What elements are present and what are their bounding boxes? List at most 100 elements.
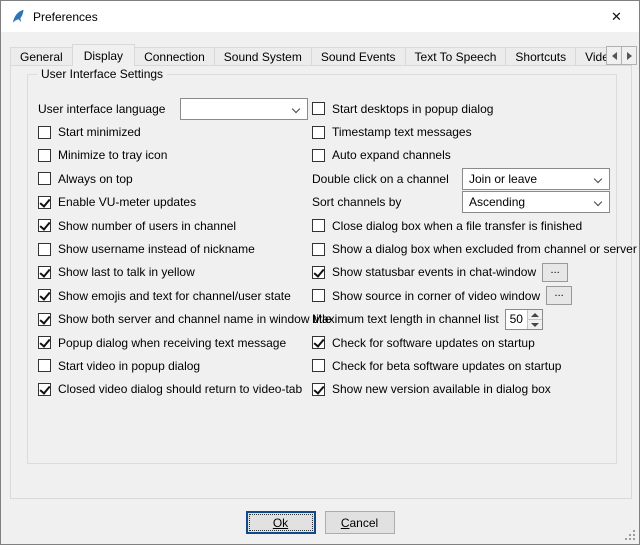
- spin-up-button[interactable]: [527, 310, 542, 320]
- resize-grip[interactable]: [633, 538, 635, 540]
- tab-sound-events[interactable]: Sound Events: [311, 47, 406, 66]
- checkbox-label[interactable]: Start desktops in popup dialog: [332, 103, 493, 115]
- checkbox-minimize-to-tray-icon[interactable]: [38, 149, 51, 162]
- close-button[interactable]: ✕: [594, 1, 639, 32]
- checkbox-auto-expand-channels[interactable]: [312, 149, 325, 162]
- tab-video[interactable]: Video: [575, 47, 607, 66]
- checkbox-label[interactable]: Always on top: [58, 173, 133, 185]
- checkbox-close-dialog-on-file-transfer-finished[interactable]: [312, 219, 325, 232]
- checkbox-show-statusbar-events-in-chat-window[interactable]: [312, 266, 325, 279]
- checkbox-label[interactable]: Show both server and channel name in win…: [58, 313, 332, 325]
- checkbox-label[interactable]: Popup dialog when receiving text message: [58, 337, 286, 349]
- checkbox-row: Show username instead of nickname: [38, 237, 308, 260]
- chevron-down-icon: [594, 198, 602, 206]
- checkbox-start-minimized[interactable]: [38, 126, 51, 139]
- ellipsis-label: ...: [555, 287, 564, 299]
- checkbox-show-dialog-when-excluded[interactable]: [312, 243, 325, 256]
- checkbox-row: Show both server and channel name in win…: [38, 308, 308, 331]
- spinbox-value[interactable]: 50: [506, 310, 527, 329]
- tab-label: Text To Speech: [415, 50, 497, 64]
- checkbox-label[interactable]: Close dialog box when a file transfer is…: [332, 220, 582, 232]
- video-source-row: Show source in corner of video window ..…: [312, 284, 610, 307]
- checkbox-label[interactable]: Show a dialog box when excluded from cha…: [332, 243, 637, 255]
- checkbox-start-desktops-in-popup-dialog[interactable]: [312, 102, 325, 115]
- preferences-window: Preferences ✕ General Display Connection…: [0, 0, 640, 545]
- checkbox-show-server-and-channel-in-title[interactable]: [38, 313, 51, 326]
- tab-text-to-speech[interactable]: Text To Speech: [405, 47, 507, 66]
- checkbox-timestamp-text-messages[interactable]: [312, 126, 325, 139]
- checkbox-label[interactable]: Show username instead of nickname: [58, 243, 255, 255]
- language-row: User interface language: [38, 97, 308, 120]
- checkbox-label[interactable]: Enable VU-meter updates: [58, 196, 196, 208]
- checkbox-check-for-software-updates[interactable]: [312, 336, 325, 349]
- right-column: Start desktops in popup dialog Timestamp…: [312, 97, 610, 401]
- checkbox-label[interactable]: Show source in corner of video window: [332, 290, 540, 302]
- ok-button[interactable]: Ok: [246, 511, 316, 534]
- checkbox-label[interactable]: Show number of users in channel: [58, 220, 236, 232]
- sort-channels-combobox[interactable]: Ascending: [462, 191, 610, 213]
- chevron-down-icon: [292, 104, 300, 112]
- dialog-button-row: Ok Cancel: [1, 511, 639, 534]
- checkbox-label[interactable]: Closed video dialog should return to vid…: [58, 383, 302, 395]
- app-icon: [10, 9, 26, 25]
- checkbox-row: Start desktops in popup dialog: [312, 97, 610, 120]
- checkbox-closed-video-return-to-video-tab[interactable]: [38, 383, 51, 396]
- max-text-length-label: Maximum text length in channel list: [312, 313, 499, 325]
- max-text-length-spinbox[interactable]: 50: [505, 309, 543, 330]
- spin-down-button[interactable]: [527, 320, 542, 329]
- checkbox-row: Enable VU-meter updates: [38, 191, 308, 214]
- tab-shortcuts[interactable]: Shortcuts: [505, 47, 576, 66]
- checkbox-show-new-version-in-dialog-box[interactable]: [312, 383, 325, 396]
- chevron-down-icon: [594, 175, 602, 183]
- tab-label: Sound System: [224, 50, 302, 64]
- statusbar-events-options-button[interactable]: ...: [542, 263, 568, 282]
- titlebar[interactable]: Preferences ✕: [1, 1, 639, 32]
- checkbox-label[interactable]: Show last to talk in yellow: [58, 266, 195, 278]
- double-click-combobox[interactable]: Join or leave: [462, 168, 610, 190]
- group-title: User Interface Settings: [37, 67, 167, 81]
- checkbox-start-video-in-popup-dialog[interactable]: [38, 359, 51, 372]
- checkbox-show-username-instead-of-nickname[interactable]: [38, 243, 51, 256]
- tab-label: Sound Events: [321, 50, 396, 64]
- tab-scroll-right-button[interactable]: [621, 46, 637, 65]
- tab-sound-system[interactable]: Sound System: [214, 47, 312, 66]
- checkbox-label[interactable]: Start minimized: [58, 126, 141, 138]
- checkbox-check-for-beta-software-updates[interactable]: [312, 359, 325, 372]
- tab-connection[interactable]: Connection: [134, 47, 215, 66]
- checkbox-label[interactable]: Start video in popup dialog: [58, 360, 200, 372]
- group-user-interface-settings: User Interface Settings User interface l…: [27, 74, 617, 464]
- tab-general[interactable]: General: [10, 47, 73, 66]
- checkbox-row: Always on top: [38, 167, 308, 190]
- checkbox-label[interactable]: Show new version available in dialog box: [332, 383, 551, 395]
- cancel-button-label: Cancel: [341, 516, 378, 530]
- checkbox-always-on-top[interactable]: [38, 172, 51, 185]
- language-combobox[interactable]: [180, 98, 308, 120]
- video-source-options-button[interactable]: ...: [546, 286, 572, 305]
- sort-channels-label: Sort channels by: [312, 196, 401, 208]
- checkbox-label[interactable]: Minimize to tray icon: [58, 149, 167, 161]
- checkbox-show-last-to-talk-in-yellow[interactable]: [38, 266, 51, 279]
- checkbox-show-emojis-and-text-for-state[interactable]: [38, 289, 51, 302]
- checkbox-label[interactable]: Auto expand channels: [332, 149, 451, 161]
- arrow-left-icon: [612, 52, 617, 60]
- window-title: Preferences: [33, 10, 98, 24]
- checkbox-row: Show a dialog box when excluded from cha…: [312, 237, 610, 260]
- checkbox-row: Timestamp text messages: [312, 120, 610, 143]
- double-click-combobox-value: Join or leave: [469, 172, 537, 186]
- max-text-length-row: Maximum text length in channel list 50: [312, 308, 610, 331]
- checkbox-enable-vu-meter-updates[interactable]: [38, 196, 51, 209]
- checkbox-row: Closed video dialog should return to vid…: [38, 378, 308, 401]
- checkbox-label[interactable]: Show emojis and text for channel/user st…: [58, 290, 291, 302]
- checkbox-show-source-in-corner-of-video-window[interactable]: [312, 289, 325, 302]
- checkbox-popup-dialog-on-text-message[interactable]: [38, 336, 51, 349]
- checkbox-label[interactable]: Timestamp text messages: [332, 126, 472, 138]
- ok-button-label: Ok: [273, 516, 288, 530]
- checkbox-label[interactable]: Check for software updates on startup: [332, 337, 535, 349]
- checkbox-label[interactable]: Show statusbar events in chat-window: [332, 266, 536, 278]
- tab-scroll-left-button[interactable]: [606, 46, 622, 65]
- tab-display[interactable]: Display: [72, 44, 135, 66]
- checkbox-show-number-of-users-in-channel[interactable]: [38, 219, 51, 232]
- checkbox-label[interactable]: Check for beta software updates on start…: [332, 360, 561, 372]
- cancel-button[interactable]: Cancel: [325, 511, 395, 534]
- checkbox-row: Close dialog box when a file transfer is…: [312, 214, 610, 237]
